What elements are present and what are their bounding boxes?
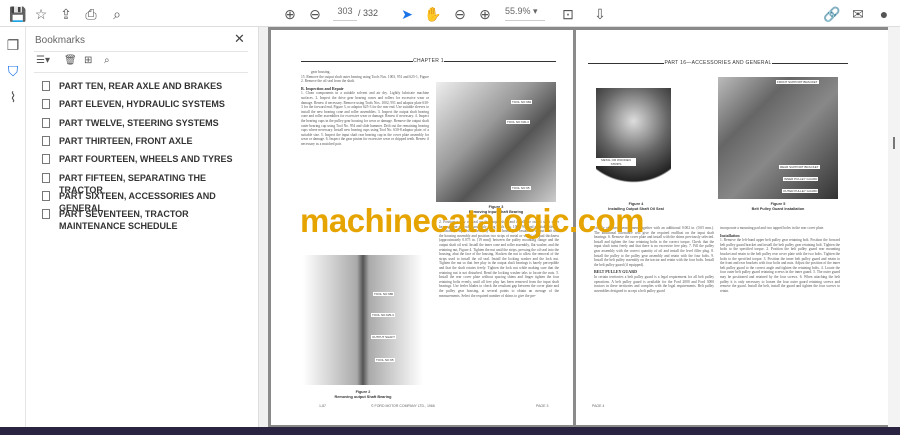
bookmark-item-icon: [42, 190, 50, 201]
bookmark-label: PART TEN, REAR AXLE AND BRAKES: [59, 81, 223, 91]
text-column: gear housing. 15. Remove the output shaf…: [301, 70, 429, 146]
left-rail: ❐ ⛉ ⌇: [0, 27, 26, 427]
bookmark-item-icon: [42, 209, 50, 220]
figure-label: OUTER PULLEY GUARD: [782, 189, 819, 193]
email-icon[interactable]: ✉: [848, 4, 868, 24]
panel-title: Bookmarks: [35, 35, 86, 46]
page-footer: © FORD MOTOR COMPANY LTD., 1966: [371, 404, 435, 408]
delete-icon[interactable]: 🗑: [64, 55, 77, 66]
figure-5-image: [718, 77, 838, 199]
select-cursor-icon[interactable]: ➤: [397, 4, 417, 24]
figure-caption: Figure 5 Belt Pulley Guard Installation: [751, 202, 805, 211]
watermark: machinecatalogic.com: [300, 202, 644, 239]
page-number-input[interactable]: 303: [333, 6, 357, 21]
figure-label: TOOL NO 982: [511, 100, 533, 104]
attachment-icon[interactable]: ⌇: [3, 87, 23, 107]
figure-2-image: [303, 255, 423, 385]
pages-icon[interactable]: ❐: [3, 35, 23, 55]
save-icon[interactable]: 💾: [8, 4, 28, 24]
figure-label: TOOL NO 95: [375, 358, 395, 362]
toolbar: 💾 ☆ ⇪ ⎙ ⌕ ⊕ ⊖ 303 / 332 ➤ ✋ ⊖ ⊕ 55.9% ▾ …: [0, 0, 900, 27]
figure-label: METAL OR WOODEN STRIPS: [596, 158, 636, 166]
bookmark-item-icon: [42, 99, 50, 110]
figure-label: TOOL NO 95: [511, 186, 531, 190]
figure-caption: Figure 2 Removing output Shaft Bearing: [334, 390, 392, 399]
bookmark-label: PART FOURTEEN, WHEELS AND TYRES: [59, 154, 233, 165]
bookmark-item[interactable]: PART FOURTEEN, WHEELS AND TYRES: [42, 153, 242, 165]
find-bookmark-icon[interactable]: ⌕: [104, 55, 110, 66]
bookmark-item-icon: [42, 154, 50, 165]
zoom-out-icon[interactable]: ⊖: [450, 4, 470, 24]
bookmark-tools: ☰▾ 🗑 ⊞ ⌕: [34, 51, 248, 73]
page-up-icon[interactable]: ⊕: [280, 4, 300, 24]
close-icon[interactable]: ✕: [234, 31, 245, 47]
panel-splitter[interactable]: [258, 27, 268, 427]
page-footer: 1-87: [319, 404, 327, 408]
zoom-level-select[interactable]: 55.9% ▾: [505, 6, 545, 21]
add-bookmark-icon[interactable]: ⊞: [84, 55, 92, 66]
zoom-in-icon[interactable]: ⊕: [475, 4, 495, 24]
scroll-mode-icon[interactable]: ⇩: [590, 4, 610, 24]
page-header: PART 16—ACCESSORIES AND GENERAL: [588, 60, 848, 66]
figure-label: TOOL NO 625-3: [371, 313, 395, 317]
page-down-icon[interactable]: ⊖: [305, 4, 325, 24]
bookmark-item[interactable]: PART SEVENTEEN, TRACTOR MAINTENANCE SCHE…: [42, 208, 242, 232]
bookmark-item-icon: [42, 117, 50, 128]
account-icon[interactable]: ●: [874, 4, 894, 24]
bookmark-label: PART ELEVEN, HYDRAULIC SYSTEMS: [59, 99, 225, 110]
zoom-value: 55.9%: [505, 6, 531, 16]
bookmark-label: PART TWELVE, STEERING SYSTEMS: [59, 117, 219, 128]
bookmark-icon[interactable]: ⛉: [3, 61, 23, 81]
page-footer: PAGE 4: [592, 404, 605, 408]
figure-label: TOOL NO 980: [373, 292, 395, 296]
figure-label: REAR SUPPORT BRACKET: [779, 165, 820, 169]
bookmark-item-icon: [42, 81, 50, 91]
figure-4-image: [596, 88, 671, 198]
scrollbar-thumb[interactable]: [893, 137, 895, 149]
bookmark-item-icon: [42, 172, 50, 183]
taskbar: [0, 427, 900, 435]
search-zoom-icon[interactable]: ⌕: [107, 4, 127, 24]
bookmark-item[interactable]: PART THIRTEEN, FRONT AXLE: [42, 135, 242, 147]
figure-label: INNER PULLEY GUARD: [783, 177, 819, 181]
bookmark-label: PART THIRTEEN, FRONT AXLE: [59, 135, 193, 146]
share-link-icon[interactable]: 🔗: [822, 4, 842, 24]
figure-label: FRONT SUPPORT BRACKET: [776, 80, 819, 84]
page-total: / 332: [358, 8, 379, 18]
page-header: CHAPTER 1: [301, 58, 557, 64]
print-icon[interactable]: ⎙: [81, 4, 101, 24]
bookmark-item[interactable]: PART TEN, REAR AXLE AND BRAKES: [42, 80, 242, 92]
text-column: incorporate a mounting pad and two tappe…: [720, 226, 840, 293]
figure-3-image: [436, 82, 556, 202]
bookmark-label: PART SEVENTEEN, TRACTOR MAINTENANCE SCHE…: [59, 209, 189, 232]
hand-icon[interactable]: ✋: [423, 4, 443, 24]
figure-label: TOOL NO 630-3: [506, 120, 530, 124]
fit-page-icon[interactable]: ⊡: [558, 4, 578, 24]
page-footer: PAGE 3: [536, 404, 549, 408]
bookmark-item[interactable]: PART TWELVE, STEERING SYSTEMS: [42, 117, 242, 129]
scrollbar[interactable]: [888, 27, 900, 427]
star-icon[interactable]: ☆: [31, 4, 51, 24]
options-menu-icon[interactable]: ☰▾: [36, 55, 50, 66]
bookmarks-panel: Bookmarks ✕ ☰▾ 🗑 ⊞ ⌕ PART TEN, REAR AXLE…: [26, 27, 258, 427]
figure-label: OUTPUT SHAFT: [371, 335, 396, 339]
bookmark-item-icon: [42, 135, 50, 146]
bookmark-item[interactable]: PART ELEVEN, HYDRAULIC SYSTEMS: [42, 98, 242, 110]
cloud-upload-icon[interactable]: ⇪: [56, 4, 76, 24]
